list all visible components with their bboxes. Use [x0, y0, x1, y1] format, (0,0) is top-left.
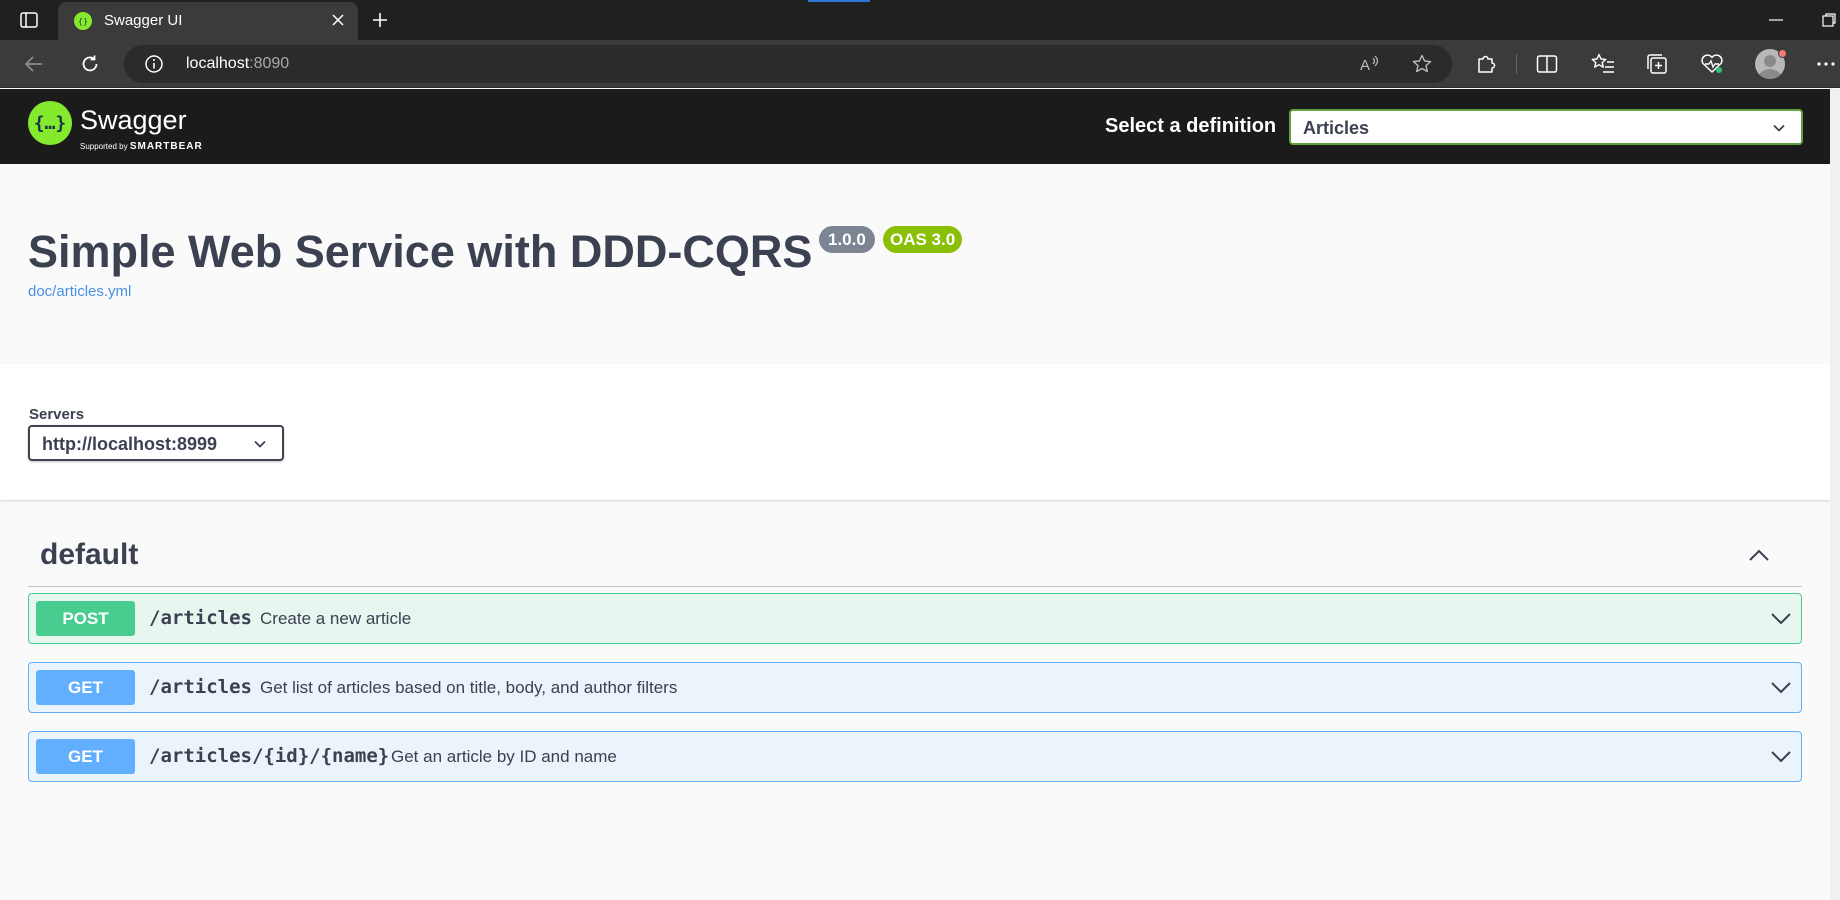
swagger-topbar: {…} Swagger Supported by SMARTBEAR Selec…	[0, 89, 1830, 164]
swagger-logo-icon[interactable]: {…}	[28, 101, 72, 145]
operation-path: /articles	[149, 607, 252, 629]
url-text: localhost:8090	[186, 55, 289, 73]
operation-post-articles[interactable]: POST /articles Create a new article	[28, 593, 1802, 644]
refresh-icon[interactable]	[74, 48, 106, 80]
favorites-list-icon[interactable]	[1589, 50, 1617, 78]
tag-name: default	[40, 538, 139, 571]
restore-icon[interactable]	[1822, 10, 1840, 30]
method-badge: POST	[36, 601, 135, 636]
oas-badge: OAS 3.0	[883, 226, 963, 253]
operation-get-articles[interactable]: GET /articles Get list of articles based…	[28, 662, 1802, 713]
chevron-down-icon	[1773, 124, 1785, 132]
smartbear-text: SMARTBEAR	[129, 141, 203, 152]
read-aloud-icon[interactable]: A	[1358, 52, 1382, 76]
minimize-icon[interactable]	[1764, 10, 1788, 30]
operation-summary: Create a new article	[260, 609, 412, 628]
api-title: Simple Web Service with DDD-CQRS	[28, 226, 813, 277]
svg-text:{…}: {…}	[35, 113, 65, 134]
tab-accent-line	[808, 0, 870, 2]
ellipsis-icon[interactable]	[1812, 50, 1840, 78]
page-scrollbar[interactable]	[1830, 89, 1840, 900]
notification-dot	[1778, 49, 1787, 58]
api-info-section: Simple Web Service with DDD-CQRS 1.0.0 O…	[0, 164, 1830, 364]
method-badge: GET	[36, 670, 135, 705]
puzzle-icon[interactable]	[1472, 50, 1500, 78]
version-badge: 1.0.0	[819, 226, 875, 253]
address-bar[interactable]: localhost:8090 A	[124, 45, 1452, 83]
select-definition-label: Select a definition	[1105, 115, 1277, 137]
split-screen-icon[interactable]	[1533, 50, 1561, 78]
swagger-brand-tagline: Supported by SMARTBEAR	[80, 141, 203, 152]
arrow-left-icon[interactable]	[18, 48, 50, 80]
chevron-down-icon	[254, 440, 266, 448]
browser-toolbar: localhost:8090 A	[0, 40, 1840, 88]
servers-section: Servers http://localhost:8999	[0, 364, 1830, 500]
operation-summary: Get list of articles based on title, bod…	[260, 678, 678, 697]
heartbeat-icon[interactable]	[1698, 50, 1726, 78]
svg-text:{}: {}	[78, 17, 88, 26]
collections-icon[interactable]	[1643, 50, 1671, 78]
method-badge: GET	[36, 739, 135, 774]
close-icon[interactable]	[328, 10, 348, 30]
star-icon[interactable]	[1410, 52, 1434, 76]
browser-tab-strip: {} Swagger UI	[0, 0, 1840, 40]
info-circle-icon[interactable]	[144, 54, 164, 74]
tab-title: Swagger UI	[104, 12, 183, 29]
url-port: :8090	[249, 55, 290, 72]
swagger-brand[interactable]: Swagger	[80, 105, 187, 136]
operation-path: /articles	[149, 676, 252, 698]
url-host: localhost	[186, 55, 250, 72]
chevron-up-icon[interactable]	[1746, 542, 1772, 568]
chevron-down-icon[interactable]	[1769, 608, 1793, 630]
servers-label: Servers	[29, 406, 85, 423]
operation-get-article-by-id[interactable]: GET /articles/{id}/{name} Get an article…	[28, 731, 1802, 782]
server-value: http://localhost:8999	[42, 434, 218, 454]
operation-path: /articles/{id}/{name}	[149, 745, 390, 767]
sidebar-layout-icon[interactable]	[18, 10, 40, 30]
svg-text:A: A	[1360, 57, 1370, 73]
operation-summary: Get an article by ID and name	[391, 747, 617, 766]
chevron-down-icon[interactable]	[1769, 677, 1793, 699]
tag-header-default[interactable]: default	[28, 530, 1802, 587]
supported-by-text: Supported by	[80, 142, 128, 151]
chevron-down-icon[interactable]	[1769, 746, 1793, 768]
spec-link[interactable]: doc/articles.yml	[28, 283, 131, 300]
browser-tab-active[interactable]: {} Swagger UI	[58, 2, 358, 40]
swagger-logo-icon: {}	[74, 12, 92, 30]
plus-icon[interactable]	[368, 8, 392, 32]
definition-select[interactable]: Articles	[1289, 109, 1803, 145]
toolbar-separator	[1516, 54, 1517, 74]
servers-select[interactable]: http://localhost:8999	[28, 425, 284, 461]
definition-value: Articles	[1303, 118, 1370, 138]
